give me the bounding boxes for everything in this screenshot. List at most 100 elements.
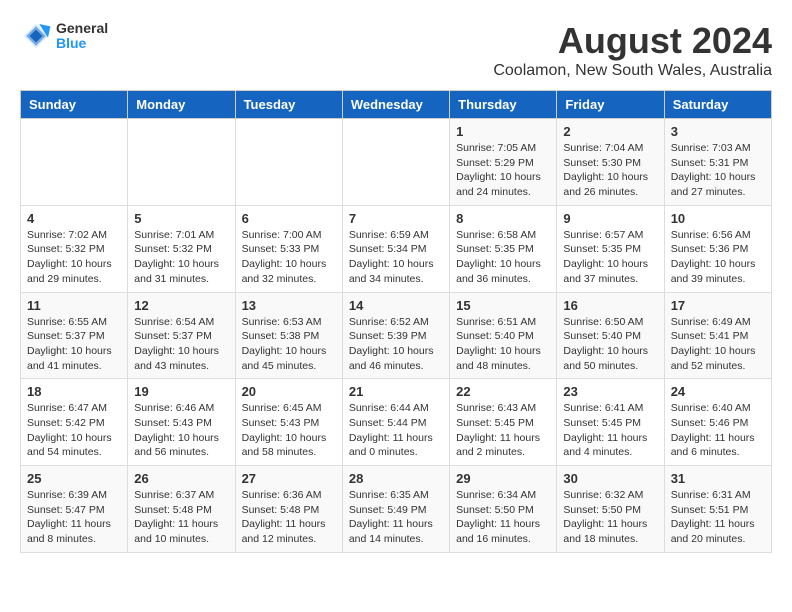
calendar-cell: 11 Sunrise: 6:55 AMSunset: 5:37 PMDayligh… <box>21 292 128 379</box>
calendar-cell <box>342 119 449 206</box>
calendar-cell: 25Sunrise: 6:39 AMSunset: 5:47 PMDayligh… <box>21 466 128 553</box>
week-row-5: 25Sunrise: 6:39 AMSunset: 5:47 PMDayligh… <box>21 466 772 553</box>
page-subtitle: Coolamon, New South Wales, Australia <box>493 62 772 80</box>
day-info: Sunrise: 6:47 AMSunset: 5:42 PMDaylight:… <box>27 401 121 460</box>
day-header-thursday: Thursday <box>450 91 557 119</box>
day-info: Sunrise: 6:56 AMSunset: 5:36 PMDaylight:… <box>671 228 765 287</box>
day-number: 29 <box>456 471 550 486</box>
day-number: 5 <box>134 211 228 226</box>
day-number: 1 <box>456 124 550 139</box>
day-number: 12 <box>134 298 228 313</box>
day-header-tuesday: Tuesday <box>235 91 342 119</box>
day-number: 2 <box>563 124 657 139</box>
day-info: Sunrise: 6:52 AMSunset: 5:39 PMDaylight:… <box>349 315 443 374</box>
day-info: Sunrise: 6:54 AMSunset: 5:37 PMDaylight:… <box>134 315 228 374</box>
day-info: Sunrise: 7:03 AMSunset: 5:31 PMDaylight:… <box>671 141 765 200</box>
day-number: 4 <box>27 211 121 226</box>
calendar-cell: 7Sunrise: 6:59 AMSunset: 5:34 PMDaylight… <box>342 205 449 292</box>
logo-general: General <box>56 21 108 36</box>
day-info: Sunrise: 6:53 AMSunset: 5:38 PMDaylight:… <box>242 315 336 374</box>
day-number: 11 <box>27 298 121 313</box>
day-number: 10 <box>671 211 765 226</box>
day-number: 21 <box>349 384 443 399</box>
logo-icon <box>20 20 52 52</box>
calendar-cell: 19Sunrise: 6:46 AMSunset: 5:43 PMDayligh… <box>128 379 235 466</box>
calendar-cell: 6 Sunrise: 7:00 AMSunset: 5:33 PMDaylight… <box>235 205 342 292</box>
day-info: Sunrise: 6:40 AMSunset: 5:46 PMDaylight:… <box>671 401 765 460</box>
calendar-cell: 2Sunrise: 7:04 AMSunset: 5:30 PMDaylight… <box>557 119 664 206</box>
day-info: Sunrise: 6:34 AMSunset: 5:50 PMDaylight:… <box>456 488 550 547</box>
calendar-body: 1 Sunrise: 7:05 AMSunset: 5:29 PMDaylight… <box>21 119 772 553</box>
calendar-cell: 16Sunrise: 6:50 AMSunset: 5:40 PMDayligh… <box>557 292 664 379</box>
day-number: 13 <box>242 298 336 313</box>
logo-blue: Blue <box>56 36 108 51</box>
day-info: Sunrise: 6:57 AMSunset: 5:35 PMDaylight:… <box>563 228 657 287</box>
day-info: Sunrise: 7:00 AMSunset: 5:33 PMDaylight:… <box>242 228 336 287</box>
calendar-cell: 20 Sunrise: 6:45 AMSunset: 5:43 PMDayligh… <box>235 379 342 466</box>
calendar-cell: 9 Sunrise: 6:57 AMSunset: 5:35 PMDaylight… <box>557 205 664 292</box>
day-info: Sunrise: 6:37 AMSunset: 5:48 PMDaylight:… <box>134 488 228 547</box>
calendar-cell <box>21 119 128 206</box>
day-number: 14 <box>349 298 443 313</box>
day-number: 3 <box>671 124 765 139</box>
calendar-cell: 14 Sunrise: 6:52 AMSunset: 5:39 PMDayligh… <box>342 292 449 379</box>
day-info: Sunrise: 6:55 AMSunset: 5:37 PMDaylight:… <box>27 315 121 374</box>
calendar-cell: 23Sunrise: 6:41 AMSunset: 5:45 PMDayligh… <box>557 379 664 466</box>
day-info: Sunrise: 6:39 AMSunset: 5:47 PMDaylight:… <box>27 488 121 547</box>
day-info: Sunrise: 6:50 AMSunset: 5:40 PMDaylight:… <box>563 315 657 374</box>
calendar-cell: 17 Sunrise: 6:49 AMSunset: 5:41 PMDayligh… <box>664 292 771 379</box>
day-number: 19 <box>134 384 228 399</box>
logo-text: General Blue <box>56 21 108 52</box>
calendar-cell: 31 Sunrise: 6:31 AMSunset: 5:51 PMDayligh… <box>664 466 771 553</box>
calendar-cell: 28 Sunrise: 6:35 AMSunset: 5:49 PMDayligh… <box>342 466 449 553</box>
calendar-cell <box>128 119 235 206</box>
day-number: 23 <box>563 384 657 399</box>
day-number: 30 <box>563 471 657 486</box>
day-number: 15 <box>456 298 550 313</box>
day-info: Sunrise: 7:05 AMSunset: 5:29 PMDaylight:… <box>456 141 550 200</box>
day-header-sunday: Sunday <box>21 91 128 119</box>
calendar-cell: 10 Sunrise: 6:56 AMSunset: 5:36 PMDayligh… <box>664 205 771 292</box>
day-header-monday: Monday <box>128 91 235 119</box>
day-number: 7 <box>349 211 443 226</box>
calendar-cell: 22 Sunrise: 6:43 AMSunset: 5:45 PMDayligh… <box>450 379 557 466</box>
day-number: 17 <box>671 298 765 313</box>
day-number: 27 <box>242 471 336 486</box>
day-number: 9 <box>563 211 657 226</box>
calendar-cell: 18 Sunrise: 6:47 AMSunset: 5:42 PMDayligh… <box>21 379 128 466</box>
calendar-cell: 12 Sunrise: 6:54 AMSunset: 5:37 PMDayligh… <box>128 292 235 379</box>
day-header-wednesday: Wednesday <box>342 91 449 119</box>
day-info: Sunrise: 6:45 AMSunset: 5:43 PMDaylight:… <box>242 401 336 460</box>
day-info: Sunrise: 6:43 AMSunset: 5:45 PMDaylight:… <box>456 401 550 460</box>
day-header-friday: Friday <box>557 91 664 119</box>
calendar-cell: 30 Sunrise: 6:32 AMSunset: 5:50 PMDayligh… <box>557 466 664 553</box>
calendar-cell <box>235 119 342 206</box>
day-info: Sunrise: 6:49 AMSunset: 5:41 PMDaylight:… <box>671 315 765 374</box>
calendar-cell: 13 Sunrise: 6:53 AMSunset: 5:38 PMDayligh… <box>235 292 342 379</box>
calendar-header: SundayMondayTuesdayWednesdayThursdayFrid… <box>21 91 772 119</box>
day-number: 31 <box>671 471 765 486</box>
day-info: Sunrise: 7:02 AMSunset: 5:32 PMDaylight:… <box>27 228 121 287</box>
calendar-cell: 8Sunrise: 6:58 AMSunset: 5:35 PMDaylight… <box>450 205 557 292</box>
day-info: Sunrise: 6:44 AMSunset: 5:44 PMDaylight:… <box>349 401 443 460</box>
calendar-table: SundayMondayTuesdayWednesdayThursdayFrid… <box>20 90 772 553</box>
day-info: Sunrise: 6:36 AMSunset: 5:48 PMDaylight:… <box>242 488 336 547</box>
day-number: 26 <box>134 471 228 486</box>
calendar-cell: 24 Sunrise: 6:40 AMSunset: 5:46 PMDayligh… <box>664 379 771 466</box>
day-number: 20 <box>242 384 336 399</box>
day-number: 18 <box>27 384 121 399</box>
header-row: SundayMondayTuesdayWednesdayThursdayFrid… <box>21 91 772 119</box>
day-header-saturday: Saturday <box>664 91 771 119</box>
day-number: 24 <box>671 384 765 399</box>
calendar-cell: 3 Sunrise: 7:03 AMSunset: 5:31 PMDaylight… <box>664 119 771 206</box>
day-number: 6 <box>242 211 336 226</box>
calendar-cell: 5Sunrise: 7:01 AMSunset: 5:32 PMDaylight… <box>128 205 235 292</box>
calendar-cell: 15Sunrise: 6:51 AMSunset: 5:40 PMDayligh… <box>450 292 557 379</box>
day-info: Sunrise: 6:32 AMSunset: 5:50 PMDaylight:… <box>563 488 657 547</box>
day-info: Sunrise: 6:58 AMSunset: 5:35 PMDaylight:… <box>456 228 550 287</box>
day-number: 28 <box>349 471 443 486</box>
day-info: Sunrise: 6:31 AMSunset: 5:51 PMDaylight:… <box>671 488 765 547</box>
day-info: Sunrise: 6:35 AMSunset: 5:49 PMDaylight:… <box>349 488 443 547</box>
title-block: August 2024 Coolamon, New South Wales, A… <box>493 20 772 80</box>
day-number: 22 <box>456 384 550 399</box>
